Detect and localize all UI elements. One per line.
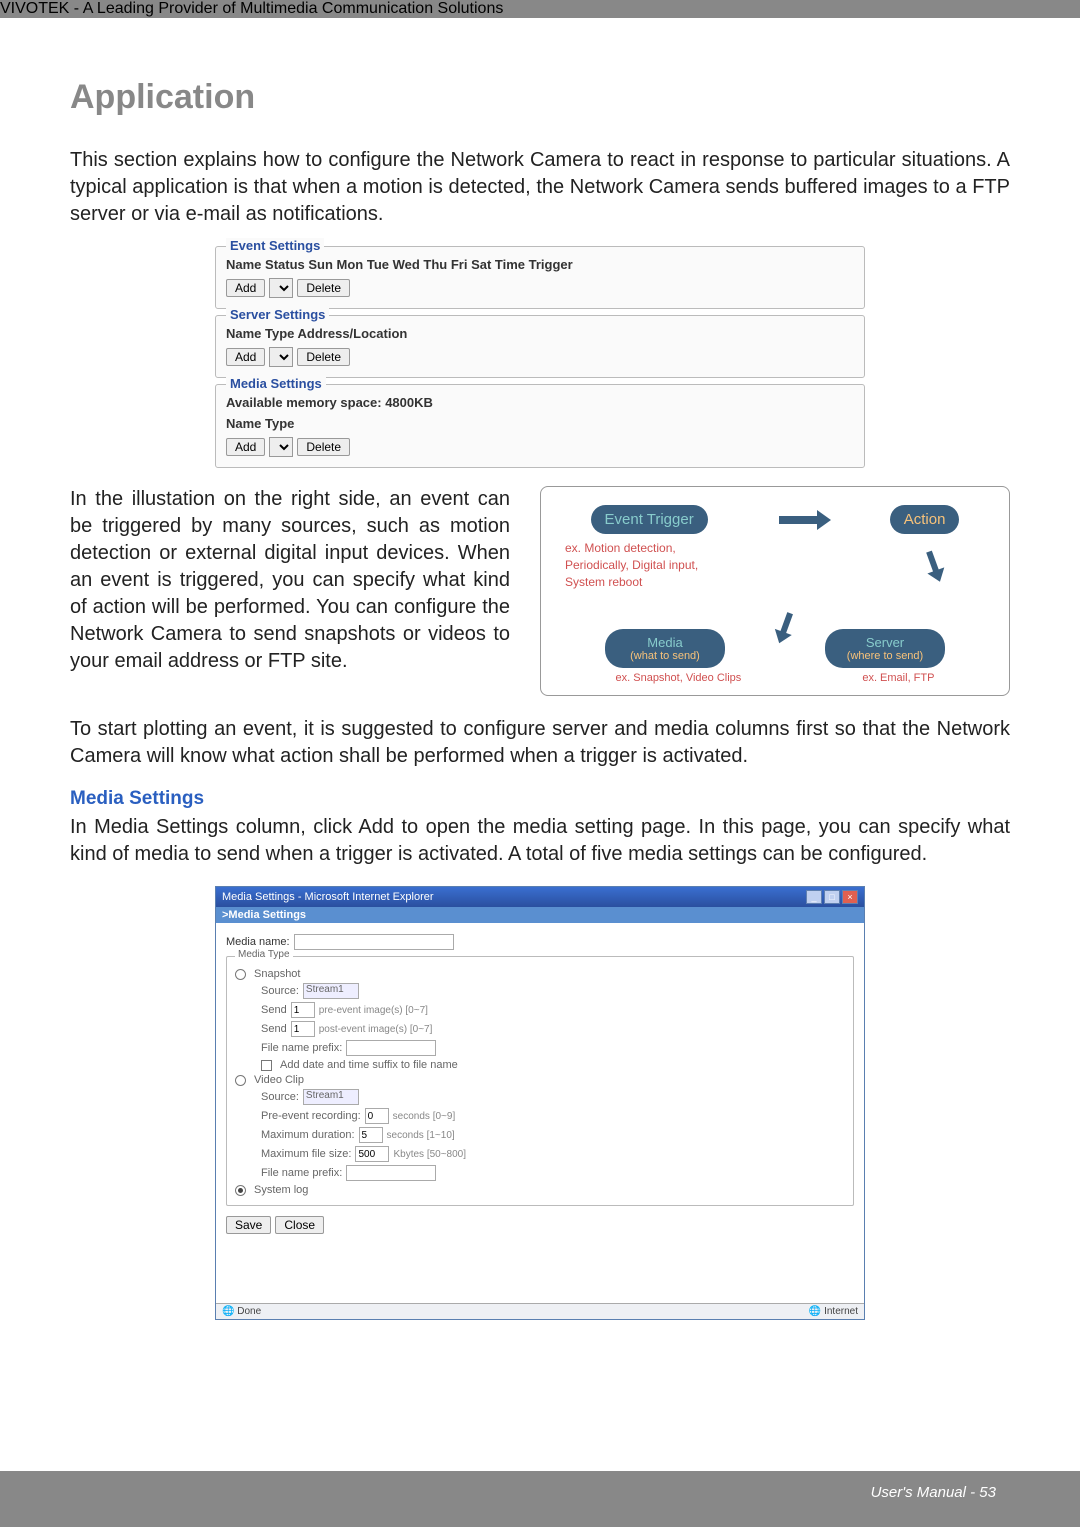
ie-window: Media Settings - Microsoft Internet Expl… xyxy=(215,886,865,1320)
media-type-legend: Media Type xyxy=(235,949,293,960)
media-pill-sub: (what to send) xyxy=(619,650,711,662)
minimize-icon[interactable]: _ xyxy=(806,890,822,904)
media-type-fieldset: Media Type Snapshot Source: Stream1 Send… xyxy=(226,956,854,1206)
intro-paragraph: This section explains how to configure t… xyxy=(70,147,1010,228)
video-pre-label: Pre-event recording: xyxy=(261,1110,361,1122)
video-max-input[interactable] xyxy=(359,1127,383,1143)
action-pill: Action xyxy=(890,505,960,534)
syslog-radio[interactable] xyxy=(235,1185,246,1196)
close-icon[interactable]: × xyxy=(842,890,858,904)
trigger-pill: Event Trigger xyxy=(591,505,708,534)
illustration-paragraph: In the illustation on the right side, an… xyxy=(70,486,510,675)
media-name-label: Media name: xyxy=(226,936,290,948)
ie-status-bar: 🌐 Done 🌐 Internet xyxy=(216,1303,864,1319)
video-max-label: Maximum duration: xyxy=(261,1129,355,1141)
media-settings-panel: Media Settings Available memory space: 4… xyxy=(215,384,865,468)
server-add-button[interactable]: Add xyxy=(226,348,265,366)
media-paragraph: In Media Settings column, click Add to o… xyxy=(70,814,1010,868)
server-select-dropdown[interactable] xyxy=(269,347,293,367)
snapshot-source-label: Source: xyxy=(261,985,299,997)
ie-save-button[interactable]: Save xyxy=(226,1216,271,1234)
ie-body: Media name: Media Type Snapshot Source: … xyxy=(216,923,864,1303)
media-settings-heading: Media Settings xyxy=(70,788,1010,810)
snapshot-label: Snapshot xyxy=(254,968,300,980)
ie-close-button[interactable]: Close xyxy=(275,1216,324,1234)
settings-preview: Event Settings Name Status Sun Mon Tue W… xyxy=(215,246,865,468)
ie-page-heading: >Media Settings xyxy=(216,907,864,923)
snapshot-post-input[interactable] xyxy=(291,1021,315,1037)
snapshot-prefix-input[interactable] xyxy=(346,1040,436,1056)
snapshot-send-post-label: Send xyxy=(261,1023,287,1035)
server-settings-panel: Server Settings Name Type Address/Locati… xyxy=(215,315,865,378)
event-settings-columns: Name Status Sun Mon Tue Wed Thu Fri Sat … xyxy=(226,257,854,272)
snapshot-addtime-checkbox[interactable] xyxy=(261,1060,272,1071)
ie-status-zone: 🌐 Internet xyxy=(809,1306,858,1317)
event-add-button[interactable]: Add xyxy=(226,279,265,297)
snapshot-prefix-label: File name prefix: xyxy=(261,1042,342,1054)
footer-text: User's Manual - 53 xyxy=(70,1476,1010,1509)
media-settings-legend: Media Settings xyxy=(226,376,326,391)
header-title: VIVOTEK - A Leading Provider of Multimed… xyxy=(0,0,1080,18)
snapshot-pre-suffix: pre-event image(s) [0~7] xyxy=(319,1005,428,1016)
ie-status-done: 🌐 Done xyxy=(222,1306,261,1317)
snapshot-source-select[interactable]: Stream1 xyxy=(303,983,359,999)
server-pill-label: Server xyxy=(866,635,904,650)
ie-window-title: Media Settings - Microsoft Internet Expl… xyxy=(222,891,434,903)
syslog-label: System log xyxy=(254,1184,308,1196)
media-add-button[interactable]: Add xyxy=(226,438,265,456)
page-heading: Application xyxy=(70,78,1010,117)
event-select-dropdown[interactable] xyxy=(269,278,293,298)
media-name-input[interactable] xyxy=(294,934,454,950)
video-size-label: Maximum file size: xyxy=(261,1148,351,1160)
snapshot-addtime-label: Add date and time suffix to file name xyxy=(280,1059,458,1071)
media-pill: Media (what to send) xyxy=(605,629,725,668)
video-pre-input[interactable] xyxy=(365,1108,389,1124)
event-settings-panel: Event Settings Name Status Sun Mon Tue W… xyxy=(215,246,865,309)
video-size-suffix: Kbytes [50~800] xyxy=(393,1149,466,1160)
video-source-select[interactable]: Stream1 xyxy=(303,1089,359,1105)
arrow-right-icon xyxy=(779,516,819,524)
video-max-suffix: seconds [1~10] xyxy=(387,1130,455,1141)
page-content: Application This section explains how to… xyxy=(0,18,1080,1320)
media-delete-button[interactable]: Delete xyxy=(297,438,350,456)
video-radio[interactable] xyxy=(235,1075,246,1086)
video-label: Video Clip xyxy=(254,1074,304,1086)
ie-title-bar: Media Settings - Microsoft Internet Expl… xyxy=(216,887,864,907)
media-settings-columns: Name Type xyxy=(226,416,854,431)
snapshot-pre-input[interactable] xyxy=(291,1002,315,1018)
left-text-column: In the illustation on the right side, an… xyxy=(70,486,510,696)
server-settings-legend: Server Settings xyxy=(226,307,329,322)
event-flow-diagram: Event Trigger Action ex. Motion detectio… xyxy=(540,486,1010,696)
footer-bar: User's Manual - 53 xyxy=(0,1471,1080,1527)
snapshot-send-pre-label: Send xyxy=(261,1004,287,1016)
server-caption: ex. Email, FTP xyxy=(862,672,934,684)
media-memory-label: Available memory space: 4800KB xyxy=(226,395,854,410)
video-size-input[interactable] xyxy=(355,1146,389,1162)
event-settings-legend: Event Settings xyxy=(226,238,324,253)
video-source-label: Source: xyxy=(261,1091,299,1103)
server-pill: Server (where to send) xyxy=(825,629,945,668)
media-caption: ex. Snapshot, Video Clips xyxy=(616,672,742,684)
media-pill-label: Media xyxy=(647,635,682,650)
media-select-dropdown[interactable] xyxy=(269,437,293,457)
snapshot-radio[interactable] xyxy=(235,969,246,980)
video-prefix-input[interactable] xyxy=(346,1165,436,1181)
header-bar: VIVOTEK - A Leading Provider of Multimed… xyxy=(0,0,1080,18)
plotting-paragraph: To start plotting an event, it is sugges… xyxy=(70,716,1010,770)
server-pill-sub: (where to send) xyxy=(839,650,931,662)
snapshot-post-suffix: post-event image(s) [0~7] xyxy=(319,1024,433,1035)
server-delete-button[interactable]: Delete xyxy=(297,348,350,366)
video-pre-suffix: seconds [0~9] xyxy=(393,1111,456,1122)
maximize-icon[interactable]: □ xyxy=(824,890,840,904)
event-delete-button[interactable]: Delete xyxy=(297,279,350,297)
server-settings-columns: Name Type Address/Location xyxy=(226,326,854,341)
video-prefix-label: File name prefix: xyxy=(261,1167,342,1179)
two-column-row: In the illustation on the right side, an… xyxy=(70,486,1010,696)
right-diagram-column: Event Trigger Action ex. Motion detectio… xyxy=(540,486,1010,696)
